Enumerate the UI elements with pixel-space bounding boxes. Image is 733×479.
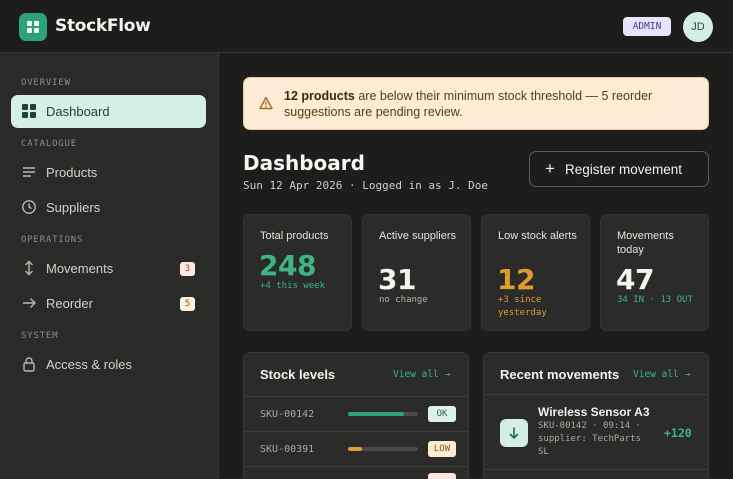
sidebar-item-label: Access & roles	[46, 357, 132, 372]
stat-note: 34 IN · 13 OUT	[617, 295, 693, 305]
status-badge: OK	[428, 406, 456, 422]
stock-bar	[348, 447, 418, 451]
movement-product-name: Wireless Sensor A3	[538, 405, 650, 419]
table-row[interactable]: SKU-00142 OK	[244, 397, 468, 431]
stat-value: 248	[259, 249, 316, 282]
sidebar-item-suppliers[interactable]: Suppliers	[11, 191, 206, 224]
stat-card-movements-today[interactable]: Movements today 47 34 IN · 13 OUT	[600, 214, 709, 331]
section-operations: OPERATIONS	[21, 235, 84, 245]
stat-label: Total products	[260, 230, 329, 242]
sidebar-item-label: Reorder	[46, 296, 93, 311]
row-sku: SKU-00142	[260, 409, 315, 420]
movements-view-all-link[interactable]: View all →	[633, 369, 690, 380]
reorder-count-badge: 5	[180, 297, 195, 311]
alert-count: 12 products	[284, 89, 355, 103]
role-badge: ADMIN	[623, 17, 671, 36]
stat-label: Low stock alerts	[498, 230, 577, 242]
stat-card-total-products[interactable]: Total products 248 +4 this week	[243, 214, 352, 331]
sidebar-item-label: Suppliers	[46, 200, 101, 215]
sidebar-item-access-roles[interactable]: Access & roles	[11, 348, 206, 381]
stat-label: Active suppliers	[379, 230, 457, 242]
stat-value: 12	[497, 263, 535, 296]
logo-icon[interactable]	[19, 13, 47, 41]
stat-note: +3 since yesterday	[498, 295, 547, 318]
sidebar-item-dashboard[interactable]: Dashboard	[11, 95, 206, 128]
page-subtitle: Sun 12 Apr 2026 · Logged in as J. Doe	[243, 179, 489, 192]
lock-icon	[23, 357, 35, 372]
arrow-right-icon	[23, 298, 36, 308]
low-stock-alert: 12 products are below their minimum stoc…	[243, 77, 709, 130]
movement-in-icon	[500, 419, 528, 447]
grid-icon	[22, 104, 36, 118]
plus-icon: +	[545, 159, 555, 178]
section-overview: OVERVIEW	[21, 78, 71, 88]
recent-movements-panel: Recent movements View all → Wireless Sen…	[483, 352, 709, 479]
stock-bar-fill	[348, 412, 404, 416]
stat-label: Movements today	[617, 230, 674, 256]
status-badge: LOW	[428, 441, 456, 457]
page-title: Dashboard	[243, 151, 365, 175]
sidebar-item-products[interactable]: Products	[11, 156, 206, 189]
stat-card-active-suppliers[interactable]: Active suppliers 31 no change	[362, 214, 471, 331]
stat-note: no change	[379, 295, 428, 305]
register-movement-button[interactable]: + Register movement	[529, 151, 709, 187]
sidebar-item-label: Movements	[46, 261, 114, 276]
movement-meta: SKU-00142 · 09:14 · supplier: TechParts …	[538, 421, 641, 457]
sidebar-item-reorder[interactable]: Reorder 5	[11, 287, 206, 320]
arrow-down-icon	[509, 427, 519, 440]
register-movement-label: Register movement	[565, 162, 683, 177]
top-bar: StockFlow ADMIN JD	[0, 0, 733, 53]
sidebar-item-movements[interactable]: Movements 3	[11, 252, 206, 285]
panel-title: Stock levels	[260, 367, 336, 382]
clock-icon	[22, 200, 36, 214]
section-system: SYSTEM	[21, 331, 59, 341]
divider	[484, 469, 708, 470]
row-sku: SKU-00391	[260, 444, 315, 455]
movements-count-badge: 3	[180, 262, 195, 276]
stock-bar	[348, 412, 418, 416]
warning-icon	[259, 96, 273, 110]
status-badge-partial	[428, 473, 456, 479]
list-icon	[23, 167, 35, 177]
stat-value: 47	[616, 263, 654, 296]
alert-message: 12 products are below their minimum stoc…	[284, 88, 699, 120]
avatar[interactable]: JD	[683, 12, 713, 42]
stat-card-low-stock[interactable]: Low stock alerts 12 +3 since yesterday	[481, 214, 590, 331]
section-catalogue: CATALOGUE	[21, 139, 77, 149]
stock-view-all-link[interactable]: View all →	[393, 369, 450, 380]
sidebar-item-label: Products	[46, 165, 98, 180]
stat-note: +4 this week	[260, 281, 326, 291]
movement-quantity: +120	[664, 426, 692, 440]
sidebar: OVERVIEW Dashboard CATALOGUE Products Su…	[0, 53, 219, 479]
stock-bar-fill	[348, 447, 362, 451]
app-name: StockFlow	[55, 16, 151, 36]
panel-title: Recent movements	[500, 367, 620, 382]
arrows-updown-icon	[25, 260, 33, 276]
stock-levels-panel: Stock levels View all → SKU-00142 OK SKU…	[243, 352, 469, 479]
divider	[244, 466, 468, 467]
table-row[interactable]: SKU-00391 LOW	[244, 432, 468, 466]
stat-value: 31	[378, 263, 416, 296]
sidebar-item-label: Dashboard	[46, 104, 110, 119]
